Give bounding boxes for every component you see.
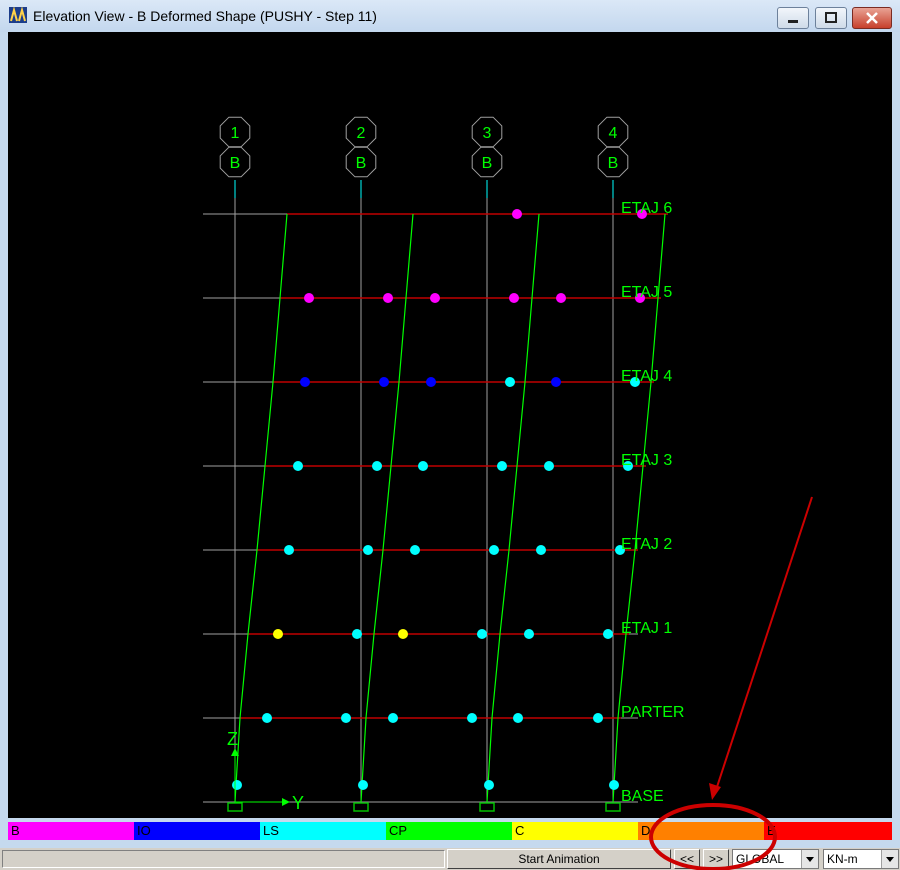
coordinate-system-value: GLOBAL xyxy=(736,852,785,866)
story-label: ETAJ 3 xyxy=(621,452,672,469)
plastic-hinge-marker xyxy=(505,377,515,387)
hinge-layer xyxy=(232,209,647,790)
plastic-hinge-marker xyxy=(556,293,566,303)
legend-item-io: IO xyxy=(134,822,260,840)
grid-label-number: 4 xyxy=(609,125,618,142)
status-bar: Start Animation << >> GLOBAL KN-m xyxy=(0,848,900,870)
plastic-hinge-marker xyxy=(383,293,393,303)
y-axis-label: Y xyxy=(292,793,304,813)
beam-layer xyxy=(240,213,668,719)
story-label: ETAJ 2 xyxy=(621,536,672,553)
close-icon xyxy=(866,12,878,24)
plastic-hinge-marker xyxy=(509,293,519,303)
grid-label-letter: B xyxy=(482,155,493,172)
legend-item-e: E xyxy=(764,822,892,840)
maximize-icon xyxy=(825,12,837,23)
plastic-hinge-marker xyxy=(372,461,382,471)
grid-label-letter: B xyxy=(608,155,619,172)
plastic-hinge-marker xyxy=(593,713,603,723)
plastic-hinge-marker xyxy=(410,545,420,555)
previous-step-button[interactable]: << xyxy=(674,849,700,869)
plastic-hinge-marker xyxy=(341,713,351,723)
plastic-hinge-marker xyxy=(603,629,613,639)
z-axis-label: Z xyxy=(227,729,238,749)
story-label: ETAJ 6 xyxy=(621,200,672,217)
plastic-hinge-marker xyxy=(544,461,554,471)
chevron-down-icon[interactable] xyxy=(801,850,818,868)
fixed-support-icon xyxy=(227,802,243,812)
plastic-hinge-marker xyxy=(467,713,477,723)
plastic-hinge-marker xyxy=(524,629,534,639)
legend-item-b: B xyxy=(8,822,134,840)
plastic-hinge-marker xyxy=(513,713,523,723)
plastic-hinge-marker xyxy=(418,461,428,471)
legend-item-d: D xyxy=(638,822,764,840)
story-label: ETAJ 4 xyxy=(621,368,672,385)
grid-label-number: 2 xyxy=(357,125,366,142)
grid-label-letter: B xyxy=(356,155,367,172)
fixed-support-icon xyxy=(353,802,369,812)
plastic-hinge-marker xyxy=(352,629,362,639)
plastic-hinge-marker xyxy=(484,780,494,790)
status-pane-empty xyxy=(2,850,445,868)
coordinate-system-select[interactable]: GLOBAL xyxy=(732,849,819,869)
story-label: PARTER xyxy=(621,704,684,721)
plastic-hinge-marker xyxy=(273,629,283,639)
fixed-support-icon xyxy=(479,802,495,812)
legend-item-ls: LS xyxy=(260,822,386,840)
hinge-state-legend: B IO LS CP C D E xyxy=(8,822,892,840)
plastic-hinge-marker xyxy=(363,545,373,555)
plastic-hinge-marker xyxy=(388,713,398,723)
plastic-hinge-marker xyxy=(551,377,561,387)
y-axis-arrow-icon xyxy=(282,798,290,806)
start-animation-button[interactable]: Start Animation xyxy=(447,849,671,869)
legend-item-c: C xyxy=(512,822,638,840)
plastic-hinge-marker xyxy=(300,377,310,387)
elevation-view-canvas[interactable]: 1 B 2 B 3 B 4 B ETAJ 6 ETAJ 5 ETAJ 4 ETAJ 3 ETAJ 2 ET… xyxy=(8,32,892,818)
plastic-hinge-marker xyxy=(232,780,242,790)
plastic-hinge-marker xyxy=(609,780,619,790)
window-title: Elevation View - B Deformed Shape (PUSHY… xyxy=(33,8,377,24)
minimize-button[interactable] xyxy=(777,7,809,29)
plastic-hinge-marker xyxy=(426,377,436,387)
plastic-hinge-marker xyxy=(398,629,408,639)
grid-layer xyxy=(203,192,638,803)
grid-label-number: 1 xyxy=(231,125,240,142)
units-value: KN-m xyxy=(827,852,858,866)
minimize-icon xyxy=(788,20,798,23)
plastic-hinge-marker xyxy=(304,293,314,303)
story-label: BASE xyxy=(621,788,664,805)
plastic-hinge-marker xyxy=(262,713,272,723)
story-label: ETAJ 1 xyxy=(621,620,672,637)
plastic-hinge-marker xyxy=(293,461,303,471)
plastic-hinge-marker xyxy=(358,780,368,790)
plastic-hinge-marker xyxy=(477,629,487,639)
maximize-button[interactable] xyxy=(815,7,847,29)
plastic-hinge-marker xyxy=(379,377,389,387)
plastic-hinge-marker xyxy=(489,545,499,555)
close-button[interactable] xyxy=(852,7,892,29)
title-bar: Elevation View - B Deformed Shape (PUSHY… xyxy=(0,0,900,32)
plastic-hinge-marker xyxy=(430,293,440,303)
story-label: ETAJ 5 xyxy=(621,284,672,301)
plastic-hinge-marker xyxy=(536,545,546,555)
grid-label-number: 3 xyxy=(483,125,492,142)
label-layer: 1 B 2 B 3 B 4 B ETAJ 6 ETAJ 5 ETAJ 4 ETAJ 3 ETAJ 2 ET… xyxy=(219,116,684,813)
fixed-support-icon xyxy=(605,802,621,812)
plastic-hinge-marker xyxy=(497,461,507,471)
legend-item-cp: CP xyxy=(386,822,512,840)
chevron-down-icon[interactable] xyxy=(881,850,898,868)
app-icon xyxy=(9,7,27,23)
plastic-hinge-marker xyxy=(512,209,522,219)
grid-label-letter: B xyxy=(230,155,241,172)
next-step-button[interactable]: >> xyxy=(703,849,729,869)
deformed-column xyxy=(234,213,288,803)
plastic-hinge-marker xyxy=(284,545,294,555)
units-select[interactable]: KN-m xyxy=(823,849,899,869)
